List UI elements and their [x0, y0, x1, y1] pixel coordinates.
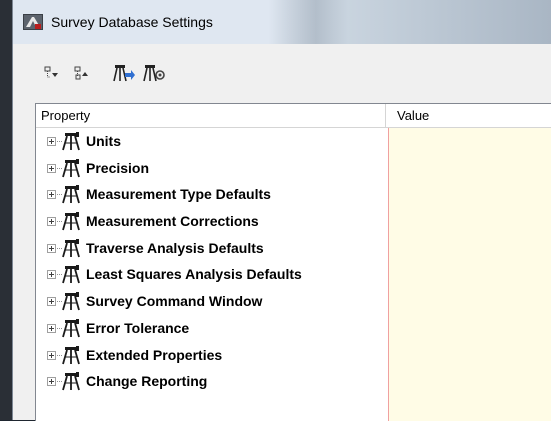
expand-all-button[interactable]	[41, 62, 63, 84]
property-row[interactable]: Measurement Corrections	[36, 208, 388, 235]
title-bar[interactable]: Survey Database Settings	[13, 0, 551, 44]
collapse-all-icon	[74, 66, 88, 80]
expand-plus-icon[interactable]	[47, 217, 56, 227]
collapse-all-button[interactable]	[71, 62, 93, 84]
property-row[interactable]: Error Tolerance	[36, 315, 388, 342]
property-label: Units	[86, 133, 121, 149]
expand-plus-icon[interactable]	[47, 350, 56, 360]
app-icon	[23, 14, 43, 30]
property-label: Traverse Analysis Defaults	[86, 239, 264, 256]
property-row[interactable]: Traverse Analysis Defaults	[36, 235, 388, 262]
survey-tripod-icon	[62, 185, 82, 204]
survey-tripod-icon	[62, 132, 82, 151]
property-list: Units Precision Measurement Type Defaults M…	[36, 128, 388, 395]
property-row[interactable]: Measurement Type Defaults	[36, 181, 388, 208]
expand-plus-icon[interactable]	[47, 243, 56, 253]
expand-all-icon	[44, 66, 58, 78]
property-row[interactable]: Change Reporting	[36, 368, 388, 395]
property-label: Error Tolerance	[86, 319, 190, 336]
import-settings-button[interactable]	[113, 62, 135, 84]
property-row[interactable]: Least Squares Analysis Defaults	[36, 261, 388, 288]
survey-tripod-icon	[62, 372, 82, 391]
property-label: Measurement Type Defaults	[86, 186, 271, 203]
window-title: Survey Database Settings	[51, 14, 213, 30]
expand-plus-icon[interactable]	[47, 137, 56, 146]
expand-plus-icon[interactable]	[47, 297, 56, 307]
survey-tripod-icon	[62, 292, 82, 311]
survey-tripod-icon	[62, 238, 82, 258]
survey-tripod-icon	[62, 212, 82, 231]
property-label: Precision	[86, 159, 150, 176]
property-label: Least Squares Analysis Defaults	[86, 266, 302, 283]
expand-plus-icon[interactable]	[47, 190, 56, 200]
toolbar	[13, 44, 551, 100]
expand-plus-icon[interactable]	[47, 270, 56, 280]
column-header-property[interactable]: Property	[36, 104, 386, 127]
export-settings-button[interactable]	[143, 62, 165, 84]
property-label: Change Reporting	[86, 373, 208, 390]
survey-tripod-icon	[62, 345, 82, 365]
survey-database-settings-dialog: Survey Database Settings Property Value …	[12, 0, 551, 421]
property-row[interactable]: Precision	[36, 155, 388, 182]
survey-tripod-icon	[62, 318, 82, 338]
grid-header: Property Value	[36, 104, 551, 128]
expand-plus-icon[interactable]	[47, 323, 56, 333]
survey-tripod-icon	[62, 265, 82, 284]
property-grid: Property Value Units Precision Measurement…	[35, 103, 551, 421]
property-row[interactable]: Survey Command Window	[36, 288, 388, 315]
property-row[interactable]: Extended Properties	[36, 342, 388, 369]
expand-plus-icon[interactable]	[47, 377, 56, 387]
background-window-edge	[0, 0, 12, 420]
value-column	[388, 128, 551, 421]
property-label: Measurement Corrections	[86, 213, 259, 230]
column-header-value[interactable]: Value	[387, 104, 551, 127]
export-settings-icon	[143, 65, 165, 82]
survey-tripod-icon	[62, 158, 82, 178]
property-row[interactable]: Units	[36, 128, 388, 155]
property-label: Survey Command Window	[86, 293, 263, 310]
import-settings-icon	[113, 65, 135, 82]
expand-plus-icon[interactable]	[47, 163, 56, 173]
property-label: Extended Properties	[86, 346, 223, 363]
